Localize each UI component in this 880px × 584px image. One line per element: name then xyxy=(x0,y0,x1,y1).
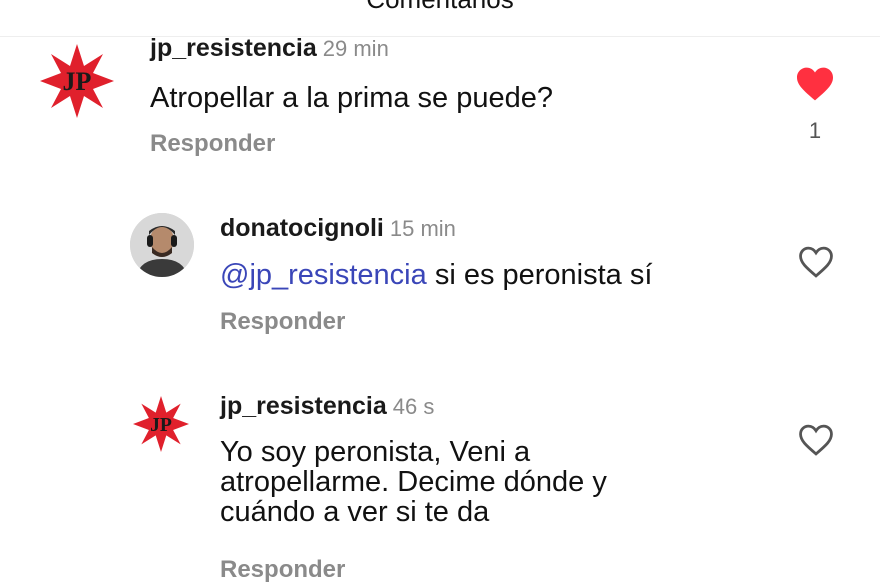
avatar-logo-text: JP xyxy=(150,414,172,436)
heart-filled-icon xyxy=(797,67,833,101)
avatar-jp-resistencia[interactable]: JP xyxy=(40,44,114,118)
heart-outline-icon xyxy=(799,424,833,456)
timestamp: 15 min xyxy=(389,216,456,241)
avatar-logo-text: JP xyxy=(63,67,92,96)
username[interactable]: jp_resistencia xyxy=(220,392,387,420)
comment-meta: donatocignoli 15 min xyxy=(220,214,456,243)
jp-star-logo-icon: JP xyxy=(40,44,114,118)
mention-link[interactable]: @jp_resistencia xyxy=(220,259,427,291)
reply-button[interactable]: Responder xyxy=(150,130,275,158)
avatar-jp-resistencia[interactable]: JP xyxy=(133,396,189,452)
username[interactable]: jp_resistencia xyxy=(150,34,317,62)
comment-text: Atropellar a la prima se puede? xyxy=(150,82,554,114)
like-button[interactable] xyxy=(797,245,835,279)
avatar-donatocignoli[interactable] xyxy=(130,213,194,277)
comment-text-line: atropellarme. Decime dónde y xyxy=(220,466,607,498)
comment-text: @jp_resistencia si es peronista sí xyxy=(220,259,652,292)
like-button[interactable] xyxy=(795,66,835,102)
comment-3: JP jp_resistencia 46 s Yo soy peronista, … xyxy=(0,350,880,583)
like-count: 1 xyxy=(808,118,822,143)
comment-text-rest: si es peronista sí xyxy=(426,259,653,291)
timestamp: 46 s xyxy=(392,394,435,419)
timestamp: 29 min xyxy=(322,36,389,61)
person-photo-icon xyxy=(130,213,194,277)
comment-2: donatocignoli 15 min @jp_resistencia si e… xyxy=(0,180,880,350)
comment-meta: jp_resistencia 29 min xyxy=(150,34,389,63)
reply-button[interactable]: Responder xyxy=(220,308,345,336)
comment-meta: jp_resistencia 46 s xyxy=(220,392,434,421)
comment-text-line: Yo soy peronista, Veni a xyxy=(220,436,531,468)
comment-text: Yo soy peronista, Veni a atropellarme. D… xyxy=(220,437,607,527)
heart-outline-icon xyxy=(799,246,833,278)
like-button[interactable] xyxy=(797,423,835,457)
comment-text-line: cuándo a ver si te da xyxy=(220,496,490,528)
comment-1: JP jp_resistencia 29 min Atropellar a la … xyxy=(0,0,880,180)
jp-star-logo-icon: JP xyxy=(133,396,189,452)
username[interactable]: donatocignoli xyxy=(220,214,384,242)
